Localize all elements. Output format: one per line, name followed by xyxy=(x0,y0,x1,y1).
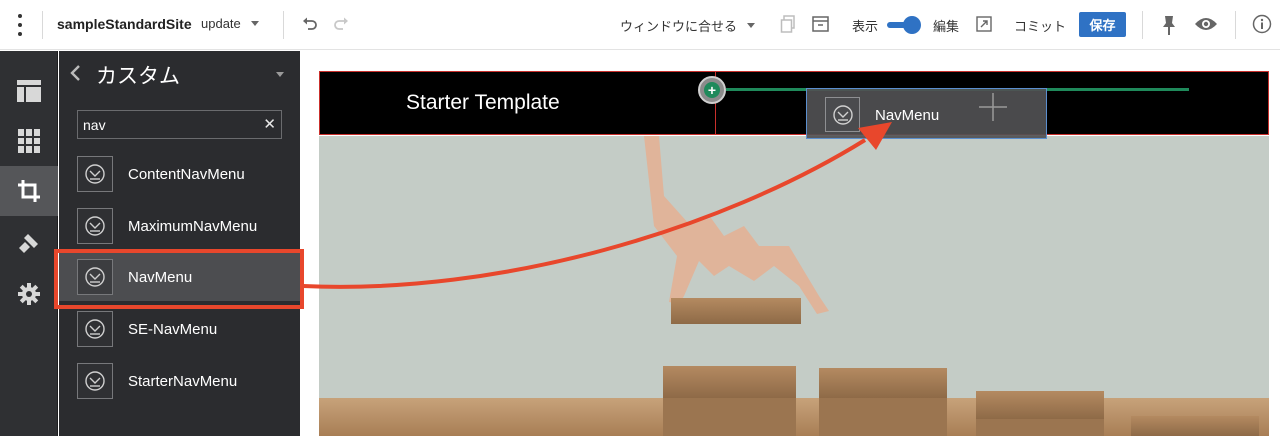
toolbar-divider xyxy=(283,11,284,39)
toolbar-divider xyxy=(42,11,43,39)
toolbar-divider xyxy=(1235,11,1236,39)
component-icon xyxy=(77,208,113,244)
version-dropdown[interactable]: update xyxy=(201,16,259,31)
rail-crop-button[interactable] xyxy=(0,166,58,216)
panel-title: カスタム xyxy=(96,65,180,88)
list-item[interactable]: SE-NavMenu xyxy=(59,305,300,353)
layout-icon xyxy=(17,80,41,102)
viewport-fit-label: ウィンドウに合せる xyxy=(620,19,738,34)
component-icon xyxy=(77,259,113,295)
redo-icon[interactable] xyxy=(332,15,350,33)
list-item[interactable]: MaximumNavMenu xyxy=(59,202,300,250)
rail-components-button[interactable] xyxy=(0,116,58,166)
external-icon[interactable] xyxy=(976,16,992,32)
components-icon xyxy=(18,129,40,153)
component-icon xyxy=(77,311,113,347)
layout-icon[interactable] xyxy=(812,16,829,32)
hero-image xyxy=(319,136,1269,436)
toolbar-divider xyxy=(1142,11,1143,39)
toggle-knob xyxy=(903,16,921,34)
edit-mode-toggle[interactable] xyxy=(887,16,921,34)
list-item-label: NavMenu xyxy=(128,269,193,286)
component-icon xyxy=(77,363,113,399)
settings-gear-icon xyxy=(18,283,40,305)
component-panel: カスタム ✕ ContentNavMenu MaximumNavMenu NavMe… xyxy=(59,51,300,436)
pin-icon[interactable] xyxy=(1160,14,1178,36)
list-item[interactable]: NavMenu xyxy=(59,253,300,301)
search-input[interactable] xyxy=(78,111,258,138)
more-vert-icon[interactable] xyxy=(10,14,30,36)
save-button[interactable]: 保存 xyxy=(1079,12,1126,37)
chevron-down-icon xyxy=(250,21,259,26)
list-item[interactable]: StarterNavMenu xyxy=(59,357,300,405)
header-title: Starter Template xyxy=(406,91,560,114)
component-icon xyxy=(825,97,860,132)
search-field: ✕ xyxy=(77,110,282,139)
version-label: update xyxy=(201,16,241,31)
list-item-label: ContentNavMenu xyxy=(128,166,245,183)
viewport-fit-dropdown[interactable]: ウィンドウに合せる xyxy=(620,16,756,35)
show-label: 表示 xyxy=(852,19,879,34)
commit-button[interactable]: コミット xyxy=(1014,16,1066,35)
info-icon[interactable] xyxy=(1252,14,1272,34)
dragging-component-label: NavMenu xyxy=(875,107,940,124)
move-cursor-icon xyxy=(979,93,1007,121)
list-item-label: MaximumNavMenu xyxy=(128,218,258,235)
clear-search-icon[interactable]: ✕ xyxy=(263,115,276,133)
list-item-label: SE-NavMenu xyxy=(128,321,218,338)
left-rail xyxy=(0,51,58,436)
drop-add-icon[interactable]: + xyxy=(698,76,726,104)
hero-blocks-illustration xyxy=(319,136,1269,436)
rail-theme-button[interactable] xyxy=(0,218,58,268)
edit-label: 編集 xyxy=(933,19,960,34)
chevron-down-icon xyxy=(747,23,756,28)
chevron-left-icon[interactable] xyxy=(69,64,83,82)
chevron-down-icon[interactable] xyxy=(276,72,284,77)
top-toolbar: sampleStandardSite update ウィンドウに合せる 表示 編… xyxy=(0,0,1280,50)
rail-settings-button[interactable] xyxy=(0,269,58,319)
site-name: sampleStandardSite xyxy=(57,16,192,32)
list-item[interactable]: ContentNavMenu xyxy=(59,150,300,198)
list-item-label: StarterNavMenu xyxy=(128,373,238,390)
undo-icon[interactable] xyxy=(301,15,319,33)
eye-icon[interactable] xyxy=(1194,16,1218,32)
crop-icon xyxy=(18,180,40,202)
component-icon xyxy=(77,156,113,192)
rail-layout-button[interactable] xyxy=(0,66,58,116)
theme-brush-icon xyxy=(19,234,38,253)
dragging-component[interactable]: NavMenu xyxy=(806,88,1047,139)
copy-icon[interactable] xyxy=(780,15,797,34)
